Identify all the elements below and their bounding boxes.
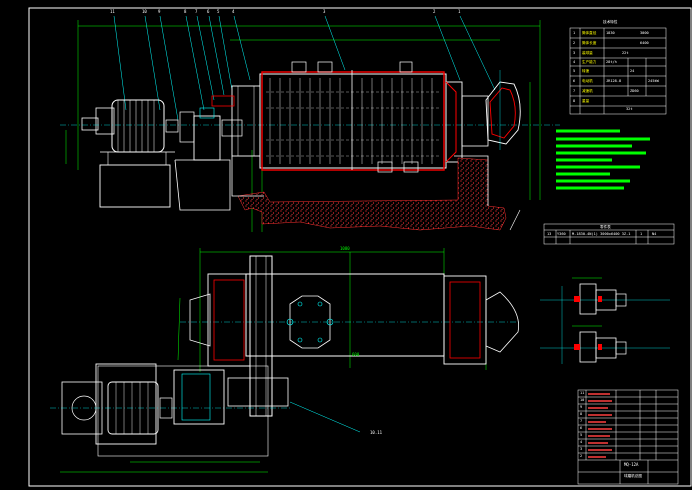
bom-row-3: 3 (580, 447, 583, 451)
spec-row-8-no: 8 (573, 99, 576, 103)
spec-row-3-no: 3 (573, 51, 576, 55)
spec-row-4-no: 4 (573, 60, 576, 64)
spec-row-1-no: 1 (573, 31, 576, 35)
bom-row-10: 10 (580, 398, 585, 402)
plan-right-dimension: 600 (352, 352, 360, 357)
elevation-view (60, 15, 560, 232)
callout-5: 5 (217, 9, 220, 14)
spec-row-2-name: 筒体长度 (582, 41, 597, 45)
callout-3: 3 (323, 9, 326, 14)
spec-row-6-no: 6 (573, 79, 576, 83)
spec-row-5-name: 转速 (582, 69, 590, 73)
spec-row-1-a: 1830 (606, 31, 615, 35)
plan-callout: 10.11 (370, 430, 383, 435)
callout-4: 4 (232, 9, 235, 14)
spec-row-7-b: ZD60 (630, 89, 639, 93)
parts-strip-title: 零件表 (600, 225, 611, 229)
spec-row-5-b: 24 (630, 69, 635, 73)
bom-row-2: 2 (580, 454, 583, 458)
spec-row-5-no: 5 (573, 69, 576, 73)
bom-row-11: 11 (580, 391, 585, 395)
bom-row-7: 7 (580, 419, 583, 423)
callout-7: 7 (195, 9, 198, 14)
cad-drawing-canvas: 11 10 9 8 7 6 5 4 3 2 1 1080 600 10.11 技… (0, 0, 692, 490)
spec-row-6-name: 电动机 (582, 79, 593, 83)
parts-strip-cell-3: M-1830-4N(1) 3000x6400 3Z-1 (572, 232, 631, 236)
callout-10: 10 (142, 9, 147, 14)
spec-row-2-no: 2 (573, 41, 576, 45)
bom-row-9: 9 (580, 405, 583, 409)
plan-overall-dimension: 1080 (340, 246, 350, 251)
spec-row-2-b: 6400 (640, 41, 649, 45)
callout-2: 2 (433, 9, 436, 14)
spec-row-8-name: 重量 (582, 99, 590, 103)
bom-row-4: 4 (580, 440, 583, 444)
callout-11: 11 (110, 9, 115, 14)
spec-row-3-name: 装球量 (582, 51, 593, 55)
bom-row-6: 6 (580, 426, 583, 430)
spec-row-3-b: 22t (622, 51, 629, 55)
spec-row-6-b: 245kW (648, 79, 659, 83)
spec-row-7-name: 减速机 (582, 89, 593, 93)
spec-row-4-b: 28t/h (606, 60, 617, 64)
callout-8: 8 (184, 9, 187, 14)
spec-row-8-b: 32t (626, 107, 633, 111)
callout-6: 6 (207, 9, 210, 14)
spec-row-1-b: 3000 (640, 31, 649, 35)
spec-row-7-no: 7 (573, 89, 576, 93)
bearing-detail-views (540, 277, 670, 364)
parts-strip-cell-5: N4 (652, 232, 657, 236)
callout-1: 1 (458, 9, 461, 14)
parts-strip-cell-2: Y360 (557, 232, 566, 236)
bom-row-8: 8 (580, 412, 583, 416)
spec-table-title: 技术特性 (603, 20, 618, 24)
technical-notes-lines (556, 129, 650, 190)
parts-strip-cell-4: 1 (640, 232, 643, 236)
title-block-drawing-no: MQ-12A (624, 462, 639, 467)
plan-view (50, 248, 520, 473)
title-block-name: 球磨机总图 (624, 474, 642, 478)
parts-strip-cell-1: 13 (547, 232, 552, 236)
bom-red-text (588, 393, 612, 458)
spec-row-1-name: 筒体直径 (582, 31, 597, 35)
bom-table-frame (577, 389, 679, 485)
spec-row-6-a: JR128-8 (606, 79, 622, 83)
bom-row-5: 5 (580, 433, 583, 437)
callout-9: 9 (158, 9, 161, 14)
spec-row-4-name: 生产能力 (582, 60, 597, 64)
